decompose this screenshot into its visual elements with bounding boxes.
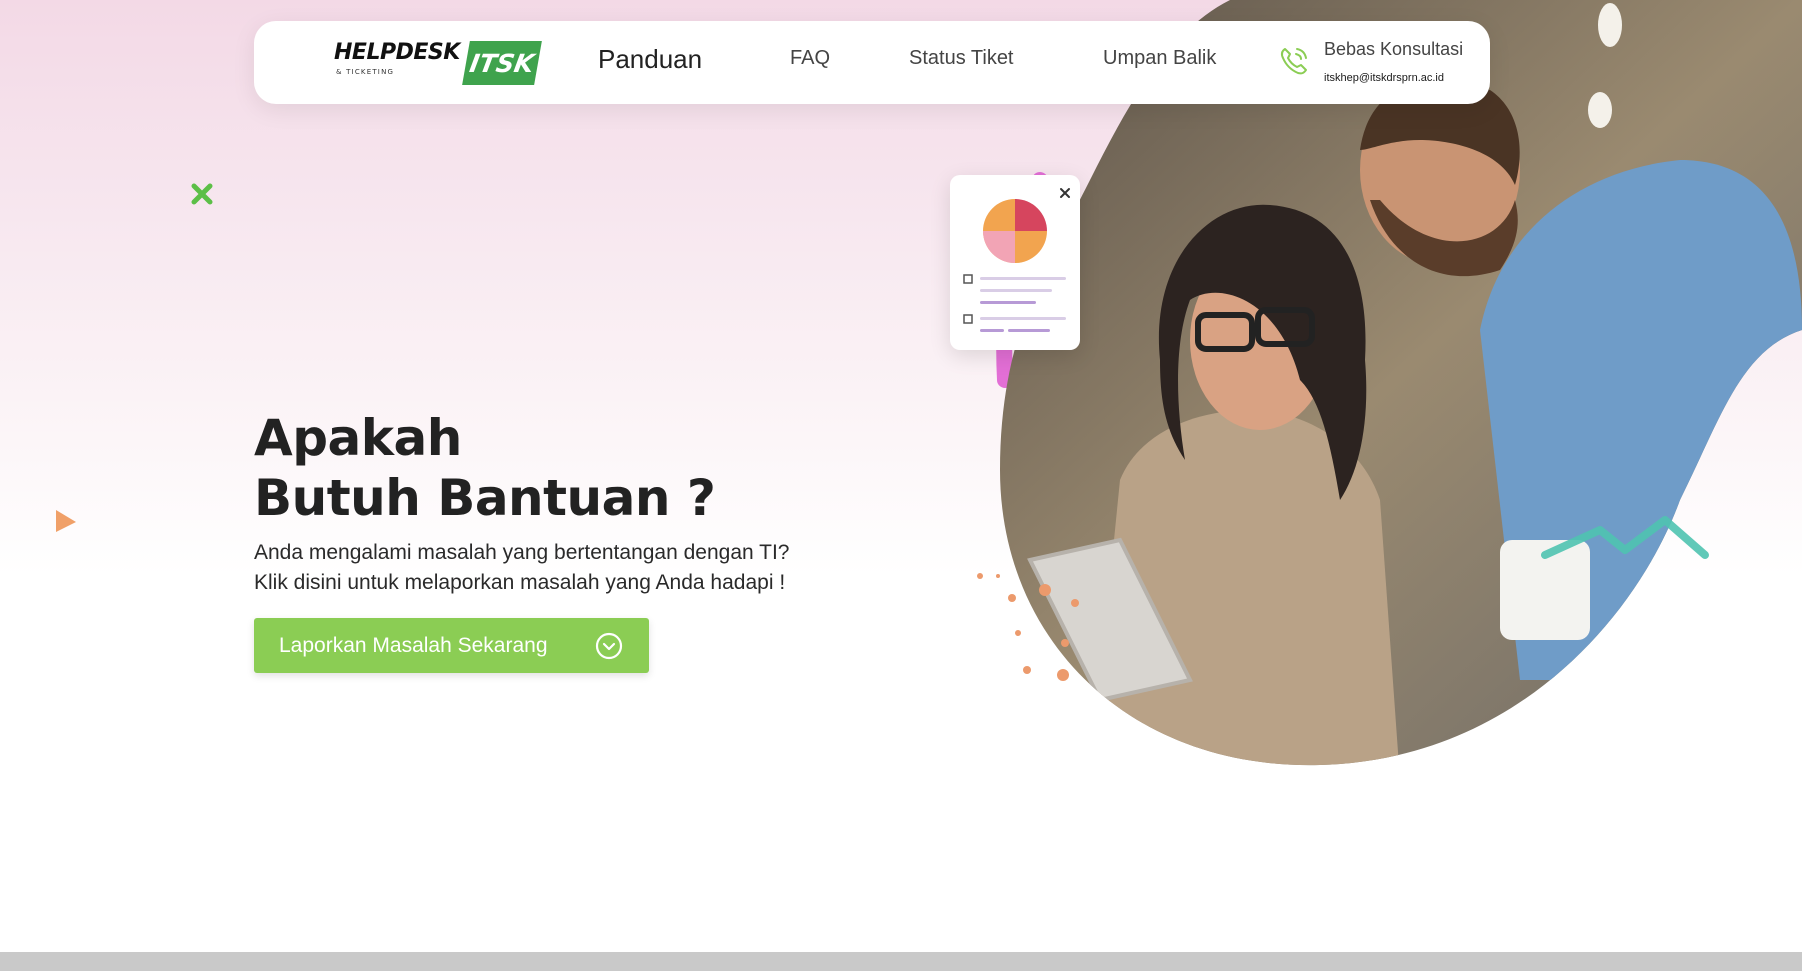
hero-photo <box>996 0 1802 766</box>
hero-subtext: Anda mengalami masalah yang bertentangan… <box>254 538 790 598</box>
contact-email[interactable]: itskhep@itskdrsprn.ac.id <box>1324 72 1444 84</box>
logo-text: HELPDESK <box>334 40 460 65</box>
report-issue-button-label: Laporkan Masalah Sekarang <box>279 633 548 657</box>
triangle-decoration-icon <box>56 510 76 532</box>
close-icon <box>1060 188 1070 198</box>
hero-headline-line1: Apakah <box>254 409 462 467</box>
nav-link-panduan[interactable]: Panduan <box>598 44 702 75</box>
phone-icon <box>1280 48 1307 75</box>
logo[interactable]: HELPDESK & TICKETING ITSK <box>334 40 542 85</box>
plus-decoration-icon <box>191 183 213 205</box>
pie-chart-icon <box>983 199 1047 263</box>
contact-title: Bebas Konsultasi <box>1324 39 1464 59</box>
logo-subtext: & TICKETING <box>336 68 395 76</box>
chevron-down-circle-icon <box>595 632 623 660</box>
nav-link-umpan-balik[interactable]: Umpan Balik <box>1103 47 1216 70</box>
hero-subtext-line2: Klik disini untuk melaporkan masalah yan… <box>254 571 786 594</box>
chart-card-decoration <box>950 175 1080 350</box>
hero-subtext-line1: Anda mengalami masalah yang bertentangan… <box>254 541 790 564</box>
navbar: HELPDESK & TICKETING ITSK Panduan FAQ St… <box>254 21 1490 104</box>
bottom-scroll-bar <box>0 952 1802 971</box>
hero-headline-line2: Butuh Bantuan ? <box>254 469 716 527</box>
hero-headline: Apakah Butuh Bantuan ? <box>254 408 716 528</box>
nav-link-faq[interactable]: FAQ <box>790 47 830 70</box>
nav-link-status-tiket[interactable]: Status Tiket <box>909 47 1014 70</box>
dots-decoration <box>977 573 1079 681</box>
report-issue-button[interactable]: Laporkan Masalah Sekarang <box>254 618 649 673</box>
logo-badge: ITSK <box>461 41 542 85</box>
